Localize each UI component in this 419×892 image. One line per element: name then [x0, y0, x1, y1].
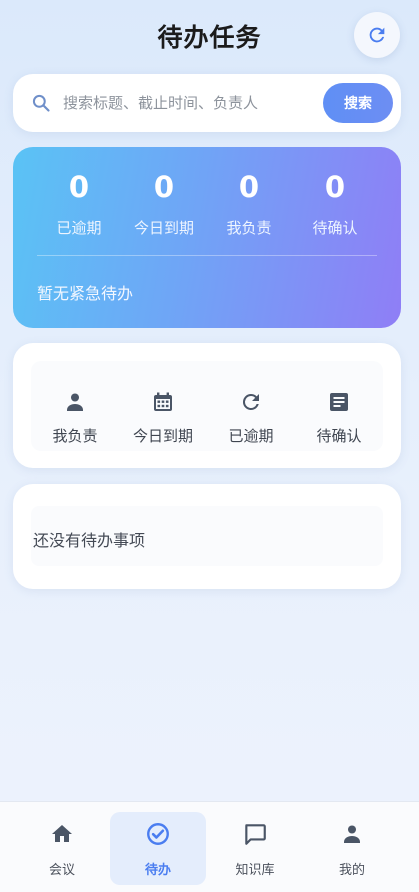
document-icon	[330, 393, 348, 411]
urgent-status: 暂无紧急待办	[37, 284, 134, 303]
filter-overdue[interactable]: 已逾期	[207, 389, 295, 446]
stat-value: 0	[324, 170, 346, 204]
filter-pending-confirm[interactable]: 待确认	[295, 389, 383, 446]
filter-mine[interactable]: 我负责	[31, 389, 119, 446]
filter-label: 今日到期	[132, 427, 193, 445]
stat-value: 0	[238, 170, 260, 204]
refresh-icon	[242, 393, 259, 410]
quick-filter-row: 我负责 今日到期 已逾期 待确认	[31, 361, 383, 451]
search-button[interactable]: 搜索	[323, 83, 393, 123]
stat-mine[interactable]: 0 我负责	[204, 169, 294, 238]
tab-label: 待办	[144, 863, 171, 878]
stat-value: 0	[68, 170, 90, 204]
check-circle-icon	[147, 823, 169, 845]
stat-value: 0	[153, 170, 175, 204]
stat-label: 已逾期	[56, 219, 102, 237]
header: 待办任务	[0, 0, 419, 72]
search-input[interactable]	[63, 88, 318, 118]
tab-label: 我的	[338, 863, 365, 878]
tab-label: 会议	[48, 863, 75, 878]
divider	[37, 255, 377, 256]
stat-label: 今日到期	[133, 219, 194, 237]
quick-filter-card: 我负责 今日到期 已逾期 待确认	[13, 343, 401, 468]
tab-profile[interactable]: 我的	[304, 812, 400, 885]
stat-due-today[interactable]: 0 今日到期	[119, 169, 209, 238]
stat-pending-confirm[interactable]: 0 待确认	[290, 169, 380, 238]
search-bar: 搜索	[13, 74, 401, 132]
person-icon	[344, 825, 360, 843]
tab-label: 知识库	[235, 863, 275, 878]
bottom-tab-bar: 会议 待办 知识库 我的	[0, 801, 419, 892]
filter-label: 已逾期	[228, 427, 274, 445]
stat-label: 待确认	[312, 219, 358, 237]
refresh-icon	[369, 27, 385, 43]
tab-meetings[interactable]: 会议	[14, 812, 110, 885]
search-icon	[32, 94, 50, 112]
filter-due-today[interactable]: 今日到期	[119, 389, 207, 446]
tab-knowledge-base[interactable]: 知识库	[207, 812, 303, 885]
person-icon	[67, 393, 83, 411]
todo-list-card: 还没有待办事项	[13, 484, 401, 589]
empty-state-text: 还没有待办事项	[33, 531, 146, 550]
refresh-button[interactable]	[354, 12, 400, 58]
stat-overdue[interactable]: 0 已逾期	[34, 169, 124, 238]
calendar-icon	[154, 392, 172, 411]
filter-label: 我负责	[52, 427, 98, 445]
filter-label: 待确认	[316, 427, 362, 445]
home-icon	[52, 825, 72, 842]
chat-icon	[245, 824, 266, 845]
stat-label: 我负责	[226, 219, 272, 237]
tab-todo[interactable]: 待办	[110, 812, 206, 885]
stats-card: 0 已逾期 0 今日到期 0 我负责 0 待确认 暂无紧急待办	[13, 147, 401, 328]
